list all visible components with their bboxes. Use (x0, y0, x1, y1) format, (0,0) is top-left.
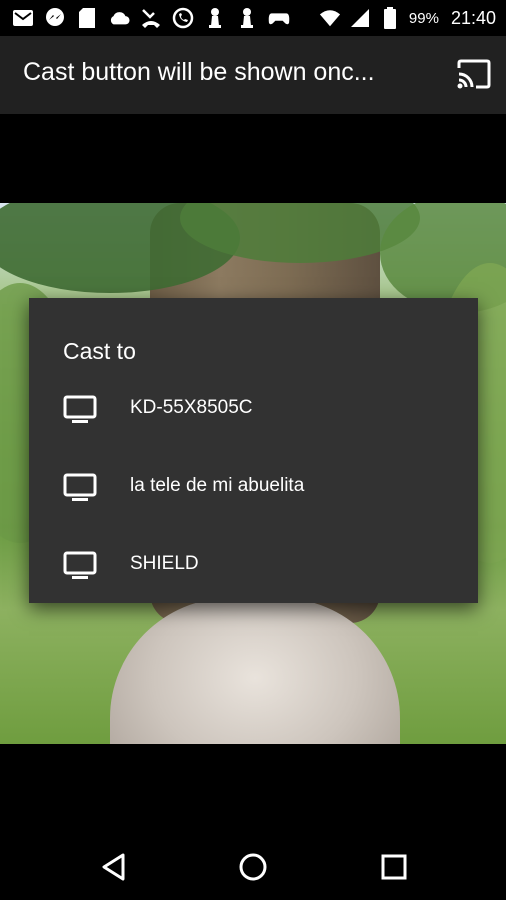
cast-icon (457, 59, 491, 89)
clock: 21:40 (450, 7, 496, 28)
device-name: KD-55X8505C (130, 397, 253, 418)
messenger-icon (44, 7, 66, 29)
cast-dialog: Cast to KD-55X8505C la tele de mi abueli… (29, 298, 478, 603)
sd-card-icon (76, 7, 98, 29)
gmail-icon (12, 7, 34, 29)
notification-icons (12, 7, 290, 29)
battery-percentage: 99% (408, 9, 439, 27)
chess-pawn-icon-2 (236, 7, 258, 29)
tv-icon (63, 551, 97, 579)
toolbar-title: Cast button will be shown onc... (23, 58, 375, 86)
gamepad-icon (268, 7, 290, 29)
home-button[interactable] (236, 850, 270, 884)
signal-icon (349, 7, 371, 29)
back-button[interactable] (97, 850, 131, 884)
app-toolbar: Cast button will be shown onc... (0, 36, 506, 114)
system-status: 99% 21:40 (319, 7, 496, 29)
device-item[interactable]: SHIELD (29, 532, 478, 594)
recents-button[interactable] (377, 850, 411, 884)
device-item[interactable]: la tele de mi abuelita (29, 454, 478, 516)
device-name: la tele de mi abuelita (130, 475, 305, 496)
whatsapp-icon (172, 7, 194, 29)
tv-icon (63, 473, 97, 501)
device-name: SHIELD (130, 553, 199, 574)
home-icon (239, 853, 267, 881)
battery-icon (379, 7, 401, 29)
dialog-title: Cast to (63, 338, 136, 364)
recents-icon (381, 854, 407, 880)
status-bar: 99% 21:40 (0, 0, 506, 36)
chess-pawn-icon (204, 7, 226, 29)
back-icon (102, 853, 125, 881)
missed-call-icon (140, 7, 162, 29)
cast-button[interactable] (456, 58, 492, 90)
wifi-icon (319, 7, 341, 29)
tv-icon (63, 395, 97, 423)
navigation-bar (0, 830, 506, 900)
cloud-icon (108, 7, 130, 29)
device-item[interactable]: KD-55X8505C (29, 376, 478, 438)
